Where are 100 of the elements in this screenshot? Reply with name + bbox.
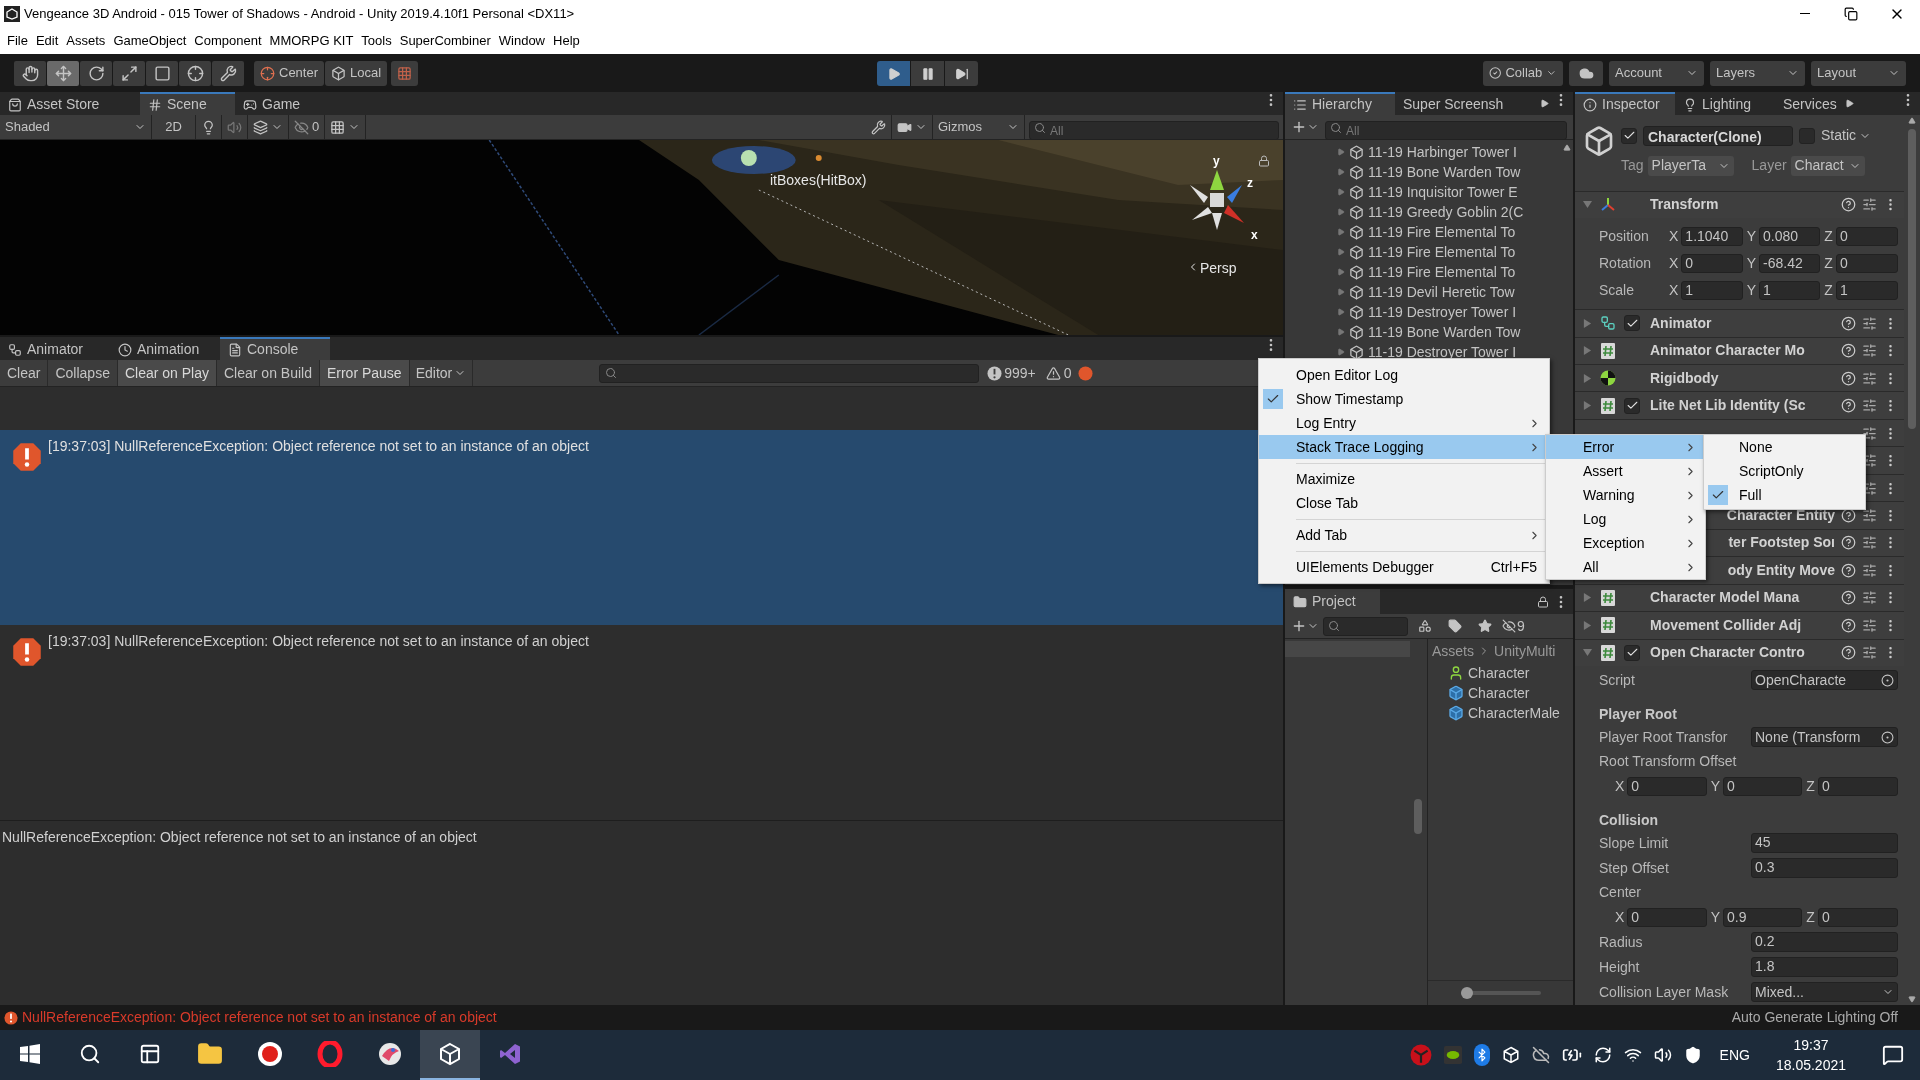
number-field[interactable]: 1.8 bbox=[1751, 957, 1898, 978]
hierarchy-item[interactable]: 11-19 Fire Elemental To bbox=[1337, 262, 1561, 282]
hierarchy-item[interactable]: 11-19 Destroyer Tower I bbox=[1337, 342, 1561, 362]
foldout-triangle-icon[interactable] bbox=[1583, 318, 1592, 328]
checkbox[interactable] bbox=[1624, 397, 1640, 414]
tool-button[interactable] bbox=[80, 60, 112, 86]
layer-dropdown[interactable]: Charact bbox=[1790, 155, 1865, 176]
error-count-toggle[interactable]: 999+ bbox=[987, 362, 1036, 384]
search-field[interactable] bbox=[599, 363, 980, 383]
layout-dropdown[interactable]: Layout bbox=[1811, 60, 1906, 86]
object-field[interactable]: OpenCharacte bbox=[1751, 670, 1898, 691]
pivot-button[interactable]: Center bbox=[254, 60, 325, 86]
create-dropdown[interactable] bbox=[1291, 119, 1319, 135]
console-toggle-button[interactable]: Clear on Play bbox=[117, 360, 217, 386]
search-field[interactable]: All bbox=[1029, 121, 1279, 140]
menu-item[interactable]: Show Timestamp bbox=[1259, 387, 1549, 411]
number-field[interactable]: 1 bbox=[1759, 281, 1821, 301]
asset-item[interactable]: Character bbox=[1428, 663, 1573, 683]
panel-tab[interactable]: Project bbox=[1285, 589, 1380, 614]
log-entry[interactable]: [19:37:03] NullReferenceException: Object reference not set to an instance of an object bbox=[0, 430, 1283, 625]
scroll-thumb[interactable] bbox=[1414, 799, 1422, 834]
create-dropdown[interactable] bbox=[1291, 618, 1319, 634]
hierarchy-item[interactable]: 11-19 Bone Warden Tow bbox=[1337, 162, 1561, 182]
number-field[interactable]: 0.3 bbox=[1751, 858, 1898, 879]
hierarchy-item[interactable]: 11-19 Inquisitor Tower E bbox=[1337, 182, 1561, 202]
tool-button[interactable] bbox=[146, 60, 178, 86]
menu-item[interactable]: Assets bbox=[62, 30, 110, 51]
slider-thumb[interactable] bbox=[1460, 987, 1473, 999]
language-indicator[interactable]: ENG bbox=[1719, 1044, 1750, 1066]
foldout-triangle-icon[interactable] bbox=[1583, 373, 1592, 383]
number-field[interactable]: 0 bbox=[1627, 908, 1707, 927]
warning-count-toggle[interactable]: 0 bbox=[1045, 362, 1072, 384]
menu-item[interactable]: Help bbox=[549, 30, 584, 51]
foldout-triangle-icon[interactable] bbox=[1583, 620, 1592, 630]
number-field[interactable]: 0 bbox=[1627, 777, 1707, 796]
number-field[interactable]: -68.42 bbox=[1759, 254, 1821, 274]
checkbox[interactable] bbox=[1624, 315, 1640, 332]
tool-button[interactable] bbox=[212, 60, 244, 86]
number-field[interactable]: 0 bbox=[1817, 908, 1898, 927]
number-field[interactable]: 0 bbox=[1817, 777, 1898, 796]
number-field[interactable]: 0 bbox=[1681, 254, 1743, 274]
panel-tab[interactable]: Scene bbox=[140, 92, 235, 115]
hierarchy-item[interactable]: 11-19 Harbinger Tower I bbox=[1337, 142, 1561, 162]
cloud-button[interactable] bbox=[1569, 60, 1603, 86]
hierarchy-item[interactable]: 11-19 Fire Elemental To bbox=[1337, 222, 1561, 242]
menu-item[interactable]: Error bbox=[1546, 435, 1705, 459]
foldout-triangle-icon[interactable] bbox=[1583, 200, 1592, 210]
zoom-slider[interactable] bbox=[1460, 987, 1541, 999]
tag-dropdown[interactable]: PlayerTa bbox=[1647, 155, 1734, 176]
taskbar-button[interactable] bbox=[420, 1030, 480, 1080]
number-field[interactable]: 0.9 bbox=[1723, 908, 1803, 927]
menu-item[interactable]: GameObject bbox=[109, 30, 191, 51]
number-field[interactable]: 0.2 bbox=[1751, 932, 1898, 953]
object-field[interactable]: None (Transform bbox=[1751, 727, 1898, 748]
pause-button[interactable] bbox=[911, 61, 944, 86]
menu-item[interactable]: Component bbox=[190, 30, 266, 51]
layers-dropdown[interactable]: Layers bbox=[1710, 60, 1805, 86]
dropdown-field[interactable]: Mixed... bbox=[1751, 982, 1898, 1003]
hierarchy-item[interactable]: 11-19 Fire Elemental To bbox=[1337, 242, 1561, 262]
collab-dropdown[interactable]: Collab bbox=[1483, 60, 1563, 86]
clock-date[interactable]: 18.05.2021 bbox=[1775, 1055, 1846, 1075]
projection-label[interactable]: Persp bbox=[1200, 258, 1237, 279]
console-toggle-button[interactable]: Error Pause bbox=[319, 360, 410, 386]
number-field[interactable]: 0 bbox=[1835, 254, 1898, 274]
object-name-field[interactable]: Character(Clone) bbox=[1643, 125, 1793, 146]
play-button[interactable] bbox=[877, 61, 910, 86]
foldout-triangle-icon[interactable] bbox=[1583, 401, 1592, 411]
panel-tab[interactable]: Inspector bbox=[1575, 92, 1675, 115]
hierarchy-item[interactable]: 11-19 Greedy Goblin 2(C bbox=[1337, 202, 1561, 222]
scroll-thumb[interactable] bbox=[1908, 129, 1916, 429]
panel-tab[interactable]: Hierarchy bbox=[1285, 92, 1395, 115]
tool-button[interactable] bbox=[113, 60, 145, 86]
number-field[interactable]: 45 bbox=[1751, 833, 1898, 854]
editor-dropdown[interactable]: Editor bbox=[409, 360, 474, 386]
menu-item[interactable]: Tools bbox=[357, 30, 396, 51]
hierarchy-item[interactable]: 11-19 Destroyer Tower I bbox=[1337, 302, 1561, 322]
panel-tab[interactable]: Console bbox=[220, 337, 330, 360]
search-field[interactable]: All bbox=[1325, 121, 1567, 140]
menu-item[interactable]: SuperCombiner bbox=[395, 30, 495, 51]
static-dropdown[interactable]: Static bbox=[1821, 125, 1871, 146]
space-button[interactable]: Local bbox=[325, 60, 388, 86]
hidden-packages-toggle[interactable]: 9 bbox=[1502, 615, 1525, 637]
menu-item[interactable]: MMORPG KIT bbox=[265, 30, 358, 51]
menu-item[interactable]: Edit bbox=[31, 30, 63, 51]
snap-button[interactable] bbox=[391, 60, 419, 86]
menu-item[interactable]: Window bbox=[494, 30, 549, 51]
checkbox[interactable] bbox=[1621, 127, 1637, 144]
hierarchy-item[interactable]: 11-19 Devil Heretic Tow bbox=[1337, 282, 1561, 302]
status-message[interactable]: NullReferenceException: Object reference not set to an instance of an object bbox=[22, 1007, 497, 1028]
number-field[interactable]: 1 bbox=[1681, 281, 1743, 301]
step-button[interactable] bbox=[945, 61, 978, 86]
menu-item[interactable]: Assert bbox=[1546, 459, 1705, 483]
clock-time[interactable]: 19:37 bbox=[1793, 1035, 1829, 1055]
menu-item[interactable]: Open Editor Log bbox=[1259, 363, 1549, 387]
menu-item[interactable]: Full bbox=[1704, 483, 1865, 507]
tool-button[interactable] bbox=[47, 60, 79, 86]
foldout-triangle-icon[interactable] bbox=[1583, 346, 1592, 356]
tool-button[interactable] bbox=[14, 60, 46, 86]
foldout-triangle-icon[interactable] bbox=[1583, 648, 1592, 658]
breadcrumb-item[interactable]: UnityMulti bbox=[1494, 640, 1556, 662]
